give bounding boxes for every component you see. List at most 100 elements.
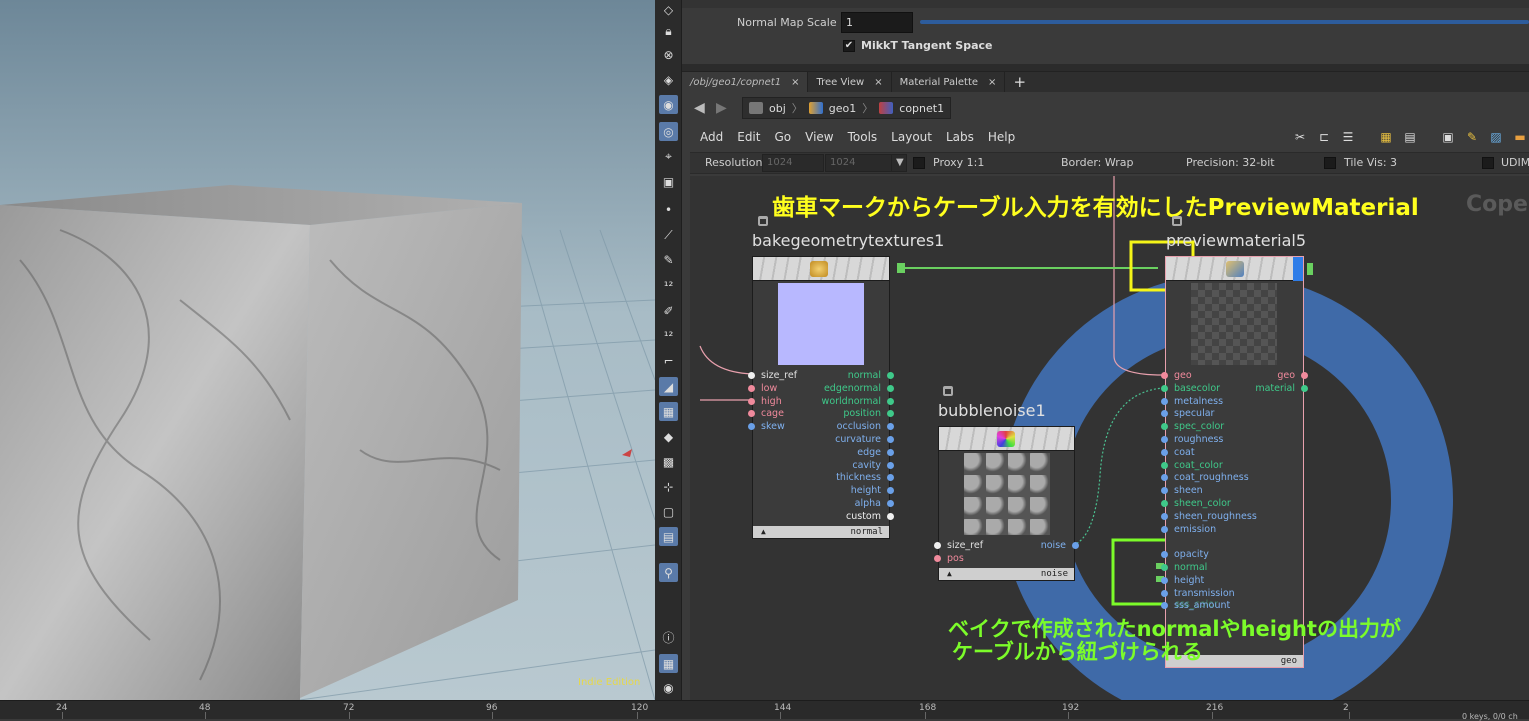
pane-divider[interactable] (682, 64, 1529, 72)
wire-icon[interactable]: ◢ (659, 377, 678, 396)
expand-icon[interactable]: ▲ (761, 526, 766, 538)
port-connector[interactable] (887, 397, 894, 405)
border-label[interactable]: Border: Wrap (1061, 156, 1134, 169)
normal-map-scale-field[interactable]: 1 (841, 12, 913, 33)
tab-material-palette[interactable]: Material Palette × (891, 72, 1006, 92)
port-connector[interactable] (1161, 589, 1168, 597)
port-connector[interactable] (1161, 512, 1168, 520)
menu-view[interactable]: View (805, 130, 833, 144)
lock-icon[interactable] (758, 216, 768, 226)
node-name-preview[interactable]: previewmaterial5 (1166, 231, 1306, 250)
snap-icon[interactable]: ⌖ (659, 147, 678, 166)
parameter-icon[interactable]: ▣ (1440, 129, 1456, 145)
tile-view-icon[interactable]: ▤ (1402, 129, 1418, 145)
menu-edit[interactable]: Edit (737, 130, 760, 144)
port-connector[interactable] (1161, 436, 1168, 443)
display-icon[interactable]: ⊗ (659, 45, 678, 64)
port-connector[interactable] (887, 372, 894, 379)
checker-icon[interactable]: ▦ (659, 402, 678, 421)
port-connector[interactable] (887, 448, 894, 456)
shade-icon[interactable]: ◆ (659, 427, 678, 446)
resolution-x-field[interactable]: 1024 (762, 154, 824, 172)
node-name-bake[interactable]: bakegeometrytextures1 (752, 231, 944, 250)
menu-help[interactable]: Help (988, 130, 1015, 144)
mikkt-checkbox[interactable]: ✔ (843, 40, 855, 52)
pivot-icon[interactable]: ⊹ (659, 477, 678, 496)
node-name-noise[interactable]: bubblenoise1 (938, 401, 1046, 420)
port-connector[interactable] (1161, 384, 1168, 392)
port-connector[interactable] (1161, 564, 1168, 571)
close-icon[interactable]: × (988, 77, 996, 88)
breadcrumb-geo1[interactable]: geo1 (829, 102, 856, 115)
light-icon[interactable]: ◉ (659, 95, 678, 114)
menu-layout[interactable]: Layout (891, 130, 932, 144)
select-tool-icon[interactable]: ◇ (659, 0, 678, 19)
port-connector[interactable] (887, 436, 894, 443)
menu-add[interactable]: Add (700, 130, 723, 144)
display-flag[interactable] (1293, 257, 1303, 281)
port-connector[interactable] (1161, 461, 1168, 469)
add-tab-button[interactable]: + (1005, 72, 1034, 92)
render-icon[interactable]: ▣ (659, 172, 678, 191)
port-connector[interactable] (1072, 542, 1079, 549)
port-connector[interactable] (748, 397, 755, 405)
sticky-note-icon[interactable]: ✎ (1464, 129, 1480, 145)
texture-icon[interactable]: ▩ (659, 452, 678, 471)
menu-labs[interactable]: Labs (946, 130, 974, 144)
folder-icon[interactable]: ▬ (1512, 129, 1528, 145)
port-connector[interactable] (887, 384, 894, 392)
close-icon[interactable]: × (791, 77, 799, 88)
port-connector[interactable] (1161, 448, 1168, 456)
port-connector[interactable] (887, 512, 894, 520)
image-icon[interactable]: ▨ (1488, 129, 1504, 145)
expand-icon[interactable]: ▲ (947, 568, 952, 580)
port-connector[interactable] (748, 384, 755, 392)
tab-tree-view[interactable]: Tree View × (808, 72, 892, 92)
tools-icon[interactable]: ✂ (1292, 129, 1308, 145)
forward-arrow-icon[interactable]: ▶ (716, 100, 727, 116)
eye-icon[interactable]: ◉ (659, 678, 678, 697)
close-icon[interactable]: × (874, 77, 882, 88)
tab-copnet1[interactable]: /obj/geo1/copnet1 × (682, 72, 809, 92)
port-connector[interactable] (934, 542, 941, 549)
tree-icon[interactable]: ⊏ (1316, 129, 1332, 145)
grid-icon[interactable]: ⌐ (659, 351, 678, 370)
paint-icon[interactable]: ✐ (659, 301, 678, 320)
camera-icon[interactable]: ◎ (659, 122, 678, 141)
precision-label[interactable]: Precision: 32-bit (1186, 156, 1275, 169)
lock-icon[interactable] (1172, 216, 1182, 226)
breadcrumb-obj[interactable]: obj (769, 102, 786, 115)
port-connector[interactable] (748, 372, 755, 379)
menu-tools[interactable]: Tools (848, 130, 878, 144)
view-icon[interactable]: ◈ (659, 70, 678, 89)
port-connector[interactable] (1161, 525, 1168, 533)
resolution-dropdown[interactable]: ▼ (891, 154, 907, 172)
timeline-bar[interactable] (0, 700, 1529, 719)
port-connector[interactable] (887, 461, 894, 469)
lock-icon[interactable] (943, 386, 953, 396)
number2-icon[interactable]: ¹² (659, 326, 678, 345)
cube-icon[interactable]: ▢ (659, 502, 678, 521)
grid-view-icon[interactable]: ▦ (1378, 129, 1394, 145)
breadcrumb-copnet1[interactable]: copnet1 (899, 102, 944, 115)
network-editor[interactable]: 歯車マークからケーブル入力を有効にしたPreviewMaterial Coper… (690, 176, 1529, 700)
layout-icon[interactable]: ▦ (659, 654, 678, 673)
info-icon[interactable]: ⓘ (659, 628, 678, 647)
port-connector[interactable] (1301, 384, 1308, 392)
resolution-y-field[interactable]: 1024 (825, 154, 895, 172)
pin-icon[interactable]: ⚲ (659, 563, 678, 582)
back-arrow-icon[interactable]: ◀ (694, 100, 705, 116)
tile-vis-checkbox[interactable] (1324, 157, 1336, 169)
port-connector[interactable] (1161, 397, 1168, 405)
list-icon[interactable]: ☰ (1340, 129, 1356, 145)
port-connector[interactable] (1161, 500, 1168, 507)
3d-viewport[interactable]: Indie Edition (0, 0, 655, 700)
port-connector[interactable] (1161, 576, 1168, 584)
port-connector[interactable] (934, 554, 941, 562)
udim-checkbox[interactable] (1482, 157, 1494, 169)
number-icon[interactable]: ¹² (659, 276, 678, 295)
proxy-checkbox[interactable] (913, 157, 925, 169)
port-connector[interactable] (1301, 372, 1308, 379)
point-icon[interactable]: • (659, 200, 678, 219)
port-connector[interactable] (1161, 372, 1168, 379)
